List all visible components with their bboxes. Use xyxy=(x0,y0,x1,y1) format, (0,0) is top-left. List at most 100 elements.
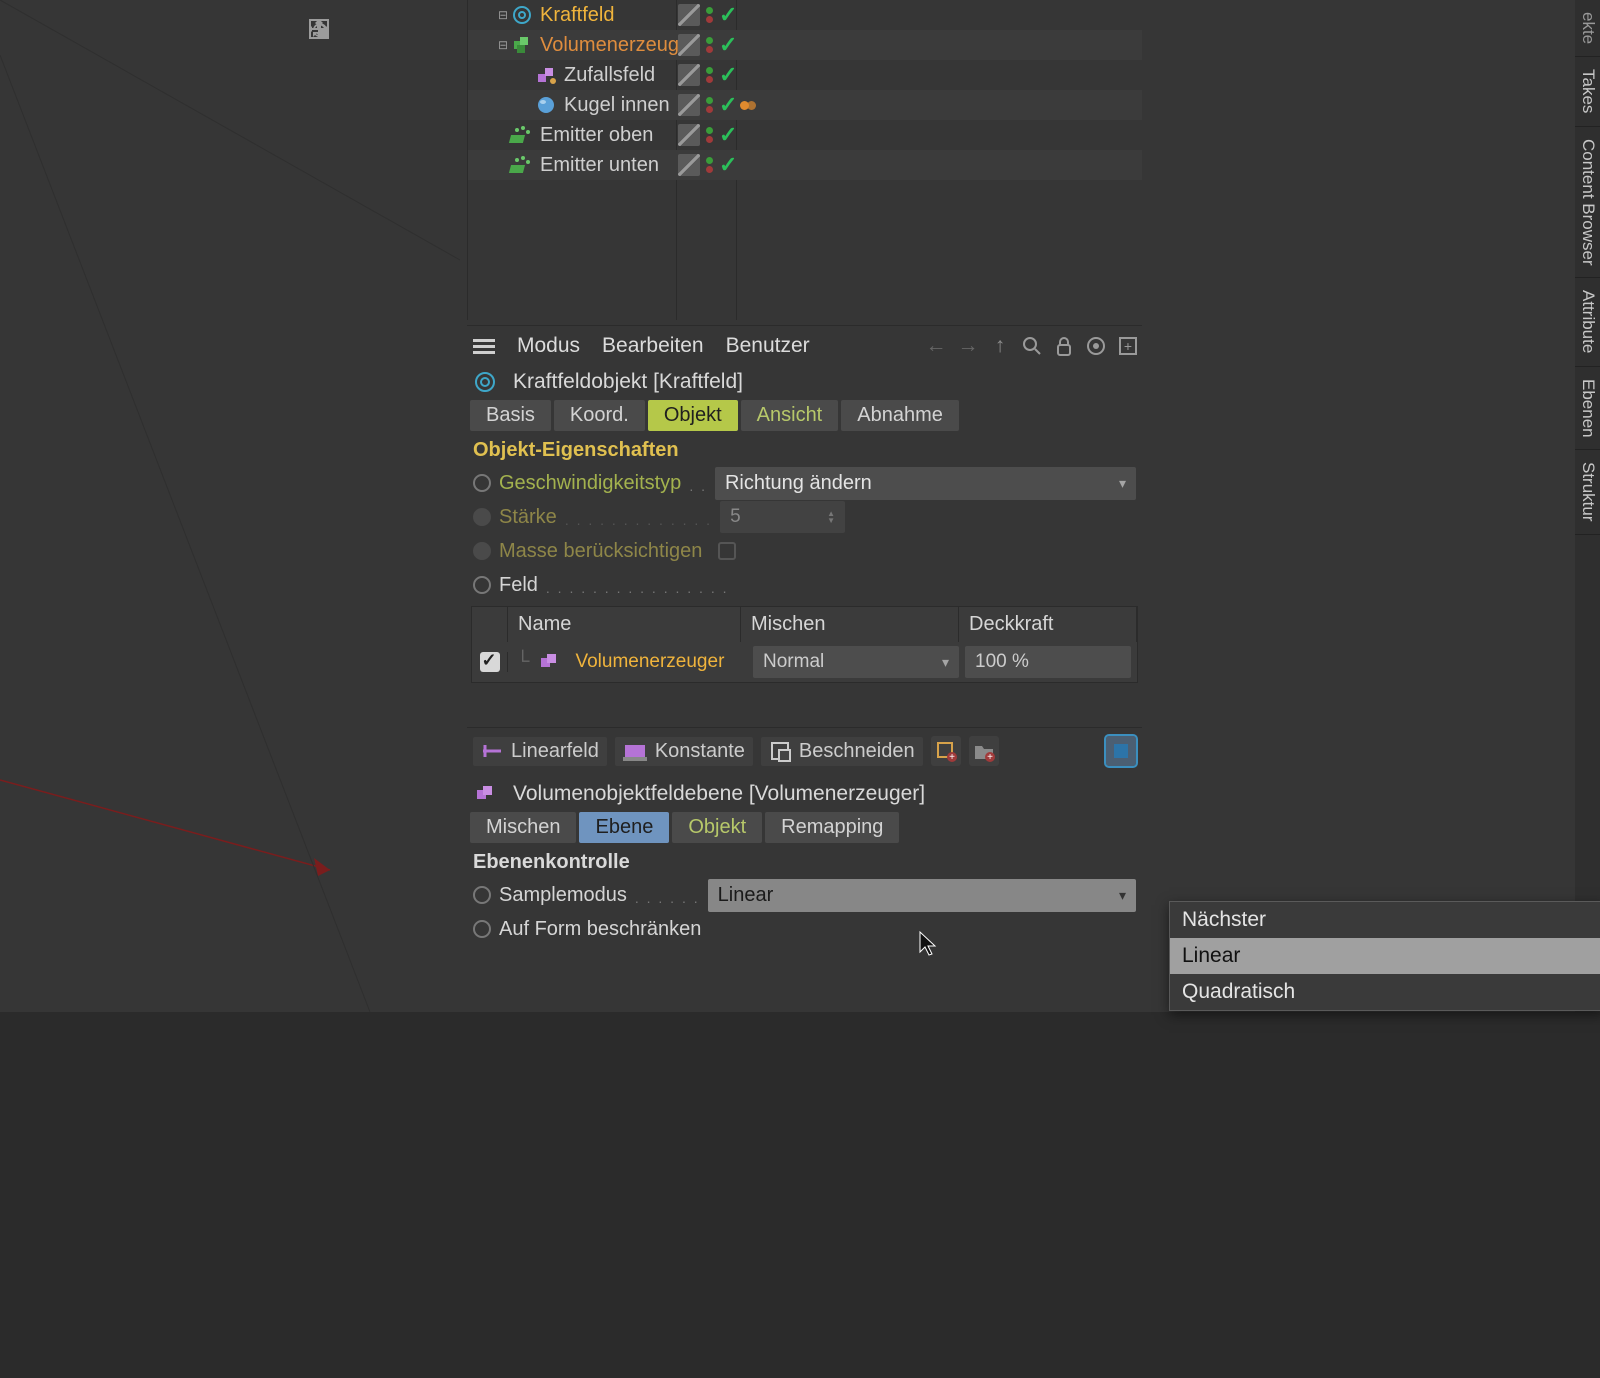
tab-koord[interactable]: Koord. xyxy=(554,400,645,431)
field-row-mix-select[interactable]: Normal▾ xyxy=(753,646,959,678)
attr-object-title: Kraftfeldobjekt [Kraftfeld] xyxy=(513,370,743,394)
menu-edit[interactable]: Bearbeiten xyxy=(602,334,704,358)
prop-field-label: Feld xyxy=(499,574,538,597)
layer-toggle[interactable] xyxy=(678,64,700,86)
tab-basis[interactable]: Basis xyxy=(470,400,551,431)
prop-clamp-label: Auf Form beschränken xyxy=(499,918,701,941)
side-tab[interactable]: Takes xyxy=(1575,57,1600,126)
menu-icon[interactable] xyxy=(473,339,495,354)
prop-strength-label: Stärke xyxy=(499,506,557,529)
tree-row[interactable]: Emitter unten ✓ xyxy=(468,150,1142,180)
tree-row[interactable]: Zufallsfeld ✓ xyxy=(468,60,1142,90)
tree-row[interactable]: ⊟ Volumenerzeuger ✓ xyxy=(468,30,1142,60)
material-tag-icon[interactable] xyxy=(740,93,756,116)
collapse-icon[interactable]: ⊟ xyxy=(496,38,510,52)
tab-mischen[interactable]: Mischen xyxy=(470,812,576,843)
viewport[interactable] xyxy=(0,0,463,1012)
anim-dot xyxy=(473,542,491,560)
add-konstante-button[interactable]: Konstante xyxy=(615,737,753,766)
add-beschneiden-button[interactable]: Beschneiden xyxy=(761,737,923,766)
dropdown-item[interactable]: Nächster xyxy=(1170,902,1600,938)
add-field-icon[interactable]: + xyxy=(931,736,961,766)
random-field-icon xyxy=(534,63,558,87)
right-side-tabs: ekteTakesContent BrowserAttributeEbenenS… xyxy=(1575,0,1600,1012)
dropdown-item[interactable]: Linear xyxy=(1170,938,1600,974)
menu-mode[interactable]: Modus xyxy=(517,334,580,358)
prop-samplemodus-label: Samplemodus xyxy=(499,884,627,907)
field-row-enable-checkbox[interactable] xyxy=(480,652,500,672)
cursor-icon xyxy=(918,930,938,962)
field-row-opacity-input[interactable]: 100 % xyxy=(965,646,1131,678)
layer-toggle[interactable] xyxy=(678,34,700,56)
tab-ebene[interactable]: Ebene xyxy=(579,812,669,843)
timeline-area[interactable] xyxy=(0,1012,1600,1378)
side-tab[interactable]: ekte xyxy=(1575,0,1600,57)
dropdown-item[interactable]: Quadratisch xyxy=(1170,974,1600,1010)
col-mix: Mischen xyxy=(741,607,959,642)
enable-check-icon[interactable]: ✓ xyxy=(719,62,737,88)
nav-up-icon[interactable]: ↑ xyxy=(988,334,1012,358)
tree-row[interactable]: Emitter oben ✓ xyxy=(468,120,1142,150)
layer-toggle[interactable] xyxy=(678,154,700,176)
enable-check-icon[interactable]: ✓ xyxy=(719,2,737,28)
sub-object-header: Volumenobjektfeldebene [Volumenerzeuger] xyxy=(467,772,1142,812)
tree-row[interactable]: ⊟ Kraftfeld ✓ xyxy=(468,0,1142,30)
volume-gen-icon xyxy=(537,650,561,674)
layer-toggle[interactable] xyxy=(678,94,700,116)
attr-menu-bar: Modus Bearbeiten Benutzer ← → ↑ + xyxy=(467,326,1142,366)
object-manager: ⊟Kraftfeld ✓⊟Volumenerzeuger ✓Zufallsfel… xyxy=(467,0,1142,320)
samplemodus-dropdown: NächsterLinearQuadratisch xyxy=(1169,901,1600,1011)
mass-checkbox xyxy=(718,542,736,560)
enable-check-icon[interactable]: ✓ xyxy=(719,152,737,178)
object-label: Kraftfeld xyxy=(540,4,614,27)
record-icon[interactable] xyxy=(1084,334,1108,358)
samplemodus-select[interactable]: Linear▾ xyxy=(708,879,1136,912)
layer-toggle[interactable] xyxy=(678,4,700,26)
prop-speed-type-label: Geschwindigkeitstyp xyxy=(499,472,681,495)
attr-object-header: Kraftfeldobjekt [Kraftfeld] xyxy=(467,366,1142,400)
emitter-icon xyxy=(510,153,534,177)
add-folder-icon[interactable]: + xyxy=(969,736,999,766)
tab-ansicht[interactable]: Ansicht xyxy=(741,400,839,431)
tab-objekt[interactable]: Objekt xyxy=(648,400,738,431)
tab-abnahme[interactable]: Abnahme xyxy=(841,400,959,431)
tab-objekt-2[interactable]: Objekt xyxy=(672,812,762,843)
side-tab[interactable]: Struktur xyxy=(1575,450,1600,535)
menu-user[interactable]: Benutzer xyxy=(726,334,810,358)
attr-tabs-1: Basis Koord. Objekt Ansicht Abnahme xyxy=(467,400,1142,433)
field-row[interactable]: └ Volumenerzeuger Normal▾ 100 % xyxy=(472,642,1137,682)
object-label: Emitter oben xyxy=(540,124,653,147)
object-label: Volumenerzeuger xyxy=(540,34,697,57)
side-tab[interactable]: Attribute xyxy=(1575,278,1600,366)
attr-tabs-2: Mischen Ebene Objekt Remapping xyxy=(467,812,1142,845)
add-linearfeld-button[interactable]: Linearfeld xyxy=(473,737,607,766)
tab-remapping[interactable]: Remapping xyxy=(765,812,899,843)
anim-dot[interactable] xyxy=(473,886,491,904)
side-tab[interactable]: Content Browser xyxy=(1575,127,1600,279)
layer-toggle[interactable] xyxy=(678,124,700,146)
force-field-icon xyxy=(510,3,534,27)
vp-frame-icon[interactable] xyxy=(428,18,458,48)
lock-icon[interactable] xyxy=(1052,334,1076,358)
enable-check-icon[interactable]: ✓ xyxy=(719,92,737,118)
tree-row[interactable]: Kugel innen ✓ xyxy=(468,90,1142,120)
enable-check-icon[interactable]: ✓ xyxy=(719,122,737,148)
speed-type-select[interactable]: Richtung ändern▾ xyxy=(715,467,1136,500)
anim-dot[interactable] xyxy=(473,474,491,492)
svg-text:+: + xyxy=(987,752,993,763)
nav-back-icon[interactable]: ← xyxy=(924,334,948,358)
search-icon[interactable] xyxy=(1020,334,1044,358)
sphere-icon xyxy=(534,93,558,117)
collapse-icon[interactable]: ⊟ xyxy=(496,8,510,22)
anim-dot[interactable] xyxy=(473,920,491,938)
new-window-icon[interactable]: + xyxy=(1116,334,1140,358)
attribute-manager: Modus Bearbeiten Benutzer ← → ↑ + Kraftf… xyxy=(467,325,1142,946)
sub-object-title: Volumenobjektfeldebene [Volumenerzeuger] xyxy=(513,782,925,806)
side-tab[interactable]: Ebenen xyxy=(1575,367,1600,451)
col-opacity: Deckkraft xyxy=(959,607,1137,642)
anim-dot[interactable] xyxy=(473,576,491,594)
enable-check-icon[interactable]: ✓ xyxy=(719,32,737,58)
nav-fwd-icon[interactable]: → xyxy=(956,334,980,358)
col-name: Name xyxy=(508,607,741,642)
field-preview-icon[interactable] xyxy=(1106,736,1136,766)
